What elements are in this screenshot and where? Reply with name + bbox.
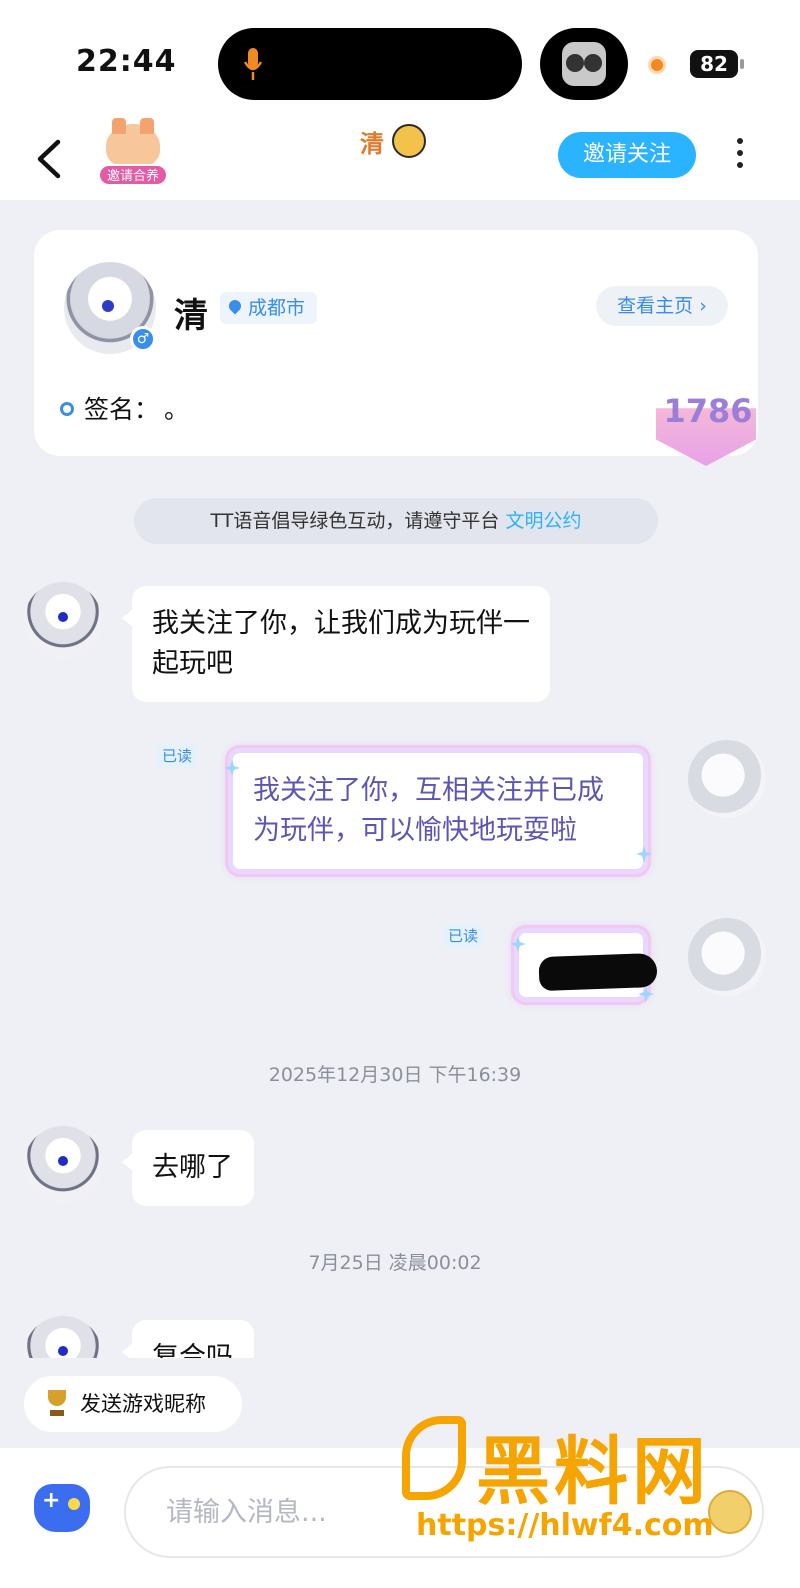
trophy-icon [44, 1390, 70, 1418]
dynamic-island [218, 28, 522, 100]
record-dot-icon [648, 56, 666, 74]
redaction-mark [538, 952, 658, 992]
gamepad-icon[interactable] [34, 1484, 90, 1532]
message-bubble-outgoing-redacted[interactable] [514, 928, 658, 1002]
message-bubble-incoming[interactable]: 去哪了 [122, 1130, 254, 1206]
recording-app-icon [562, 42, 606, 86]
message-bubble-incoming[interactable]: 我关注了你，让我们成为玩伴一起玩吧 [122, 586, 550, 702]
level-number: 1786 [663, 392, 753, 430]
message-timestamp: 7月25日 凌晨00:02 [308, 1252, 482, 1274]
user-level-badge-icon [392, 124, 426, 158]
signature-text: 。 [164, 395, 190, 424]
status-time: 22:44 [76, 44, 177, 79]
message-text: 复合吗 [152, 1342, 233, 1358]
message-bubble-incoming[interactable]: 复合吗 [122, 1320, 254, 1358]
message-timestamp: 2025年12月30日 下午16:39 [268, 1064, 522, 1086]
civility-pact-link[interactable]: 文明公约 [505, 510, 581, 532]
message-bubble-outgoing[interactable]: 我关注了你，互相关注并已成为玩伴，可以愉快地玩耍啦 [228, 748, 648, 874]
profile-card: ♂ 清 成都市 查看主页 › 签名： 。 1786 [34, 230, 758, 466]
back-arrow-icon[interactable] [30, 134, 70, 184]
nav-bar: 邀请合养 清 邀请关注 [0, 118, 800, 200]
signature-bullet-icon [60, 402, 74, 416]
platform-notice: TT语音倡导绿色互动，请遵守平台 文明公约 [134, 498, 658, 544]
battery-indicator: 82 [690, 50, 744, 78]
status-bar: 22:44 82 [0, 0, 800, 120]
message-text: 去哪了 [152, 1152, 233, 1183]
watermark-url: https://hlwf4.com [416, 1508, 714, 1543]
watermark-logo-icon [402, 1416, 466, 1500]
message-text: 我关注了你，互相关注并已成为玩伴，可以愉快地玩耍啦 [253, 775, 604, 846]
more-options-icon[interactable] [728, 134, 752, 180]
watermark-title: 黑料网 [476, 1429, 710, 1515]
location-pill: 成都市 [220, 292, 318, 324]
message-text: 我关注了你，让我们成为玩伴一起玩吧 [152, 608, 530, 679]
signature-label: 签名： [84, 395, 160, 424]
mic-icon [244, 48, 262, 80]
contact-avatar[interactable] [24, 1316, 102, 1358]
screen-record-island [540, 28, 628, 100]
pet-cat-icon [106, 118, 160, 168]
notice-text: TT语音倡导绿色互动，请遵守平台 [210, 510, 506, 532]
watermark: 黑料网 https://hlwf4.com [396, 1412, 766, 1588]
pet-invite-badge: 邀请合养 [98, 164, 168, 186]
read-receipt-badge: 已读 [156, 744, 198, 768]
contact-avatar[interactable] [24, 582, 102, 660]
pet-invite-button[interactable]: 邀请合养 [98, 118, 168, 190]
my-avatar[interactable] [688, 740, 766, 818]
send-game-nickname-chip[interactable]: 发送游戏昵称 [24, 1376, 242, 1432]
invite-follow-button[interactable]: 邀请关注 [558, 132, 696, 178]
contact-avatar[interactable] [24, 1126, 102, 1204]
male-gender-icon: ♂ [130, 326, 156, 352]
view-homepage-button[interactable]: 查看主页 › [596, 286, 728, 326]
location-text: 成都市 [248, 297, 306, 319]
chat-title: 清 [360, 130, 384, 158]
chip-label: 发送游戏昵称 [80, 1392, 206, 1416]
clipped-message-row: 复合吗 [0, 1310, 800, 1358]
read-receipt-badge: 已读 [442, 924, 484, 948]
profile-name: 清 [174, 296, 208, 336]
my-avatar[interactable] [688, 918, 766, 996]
